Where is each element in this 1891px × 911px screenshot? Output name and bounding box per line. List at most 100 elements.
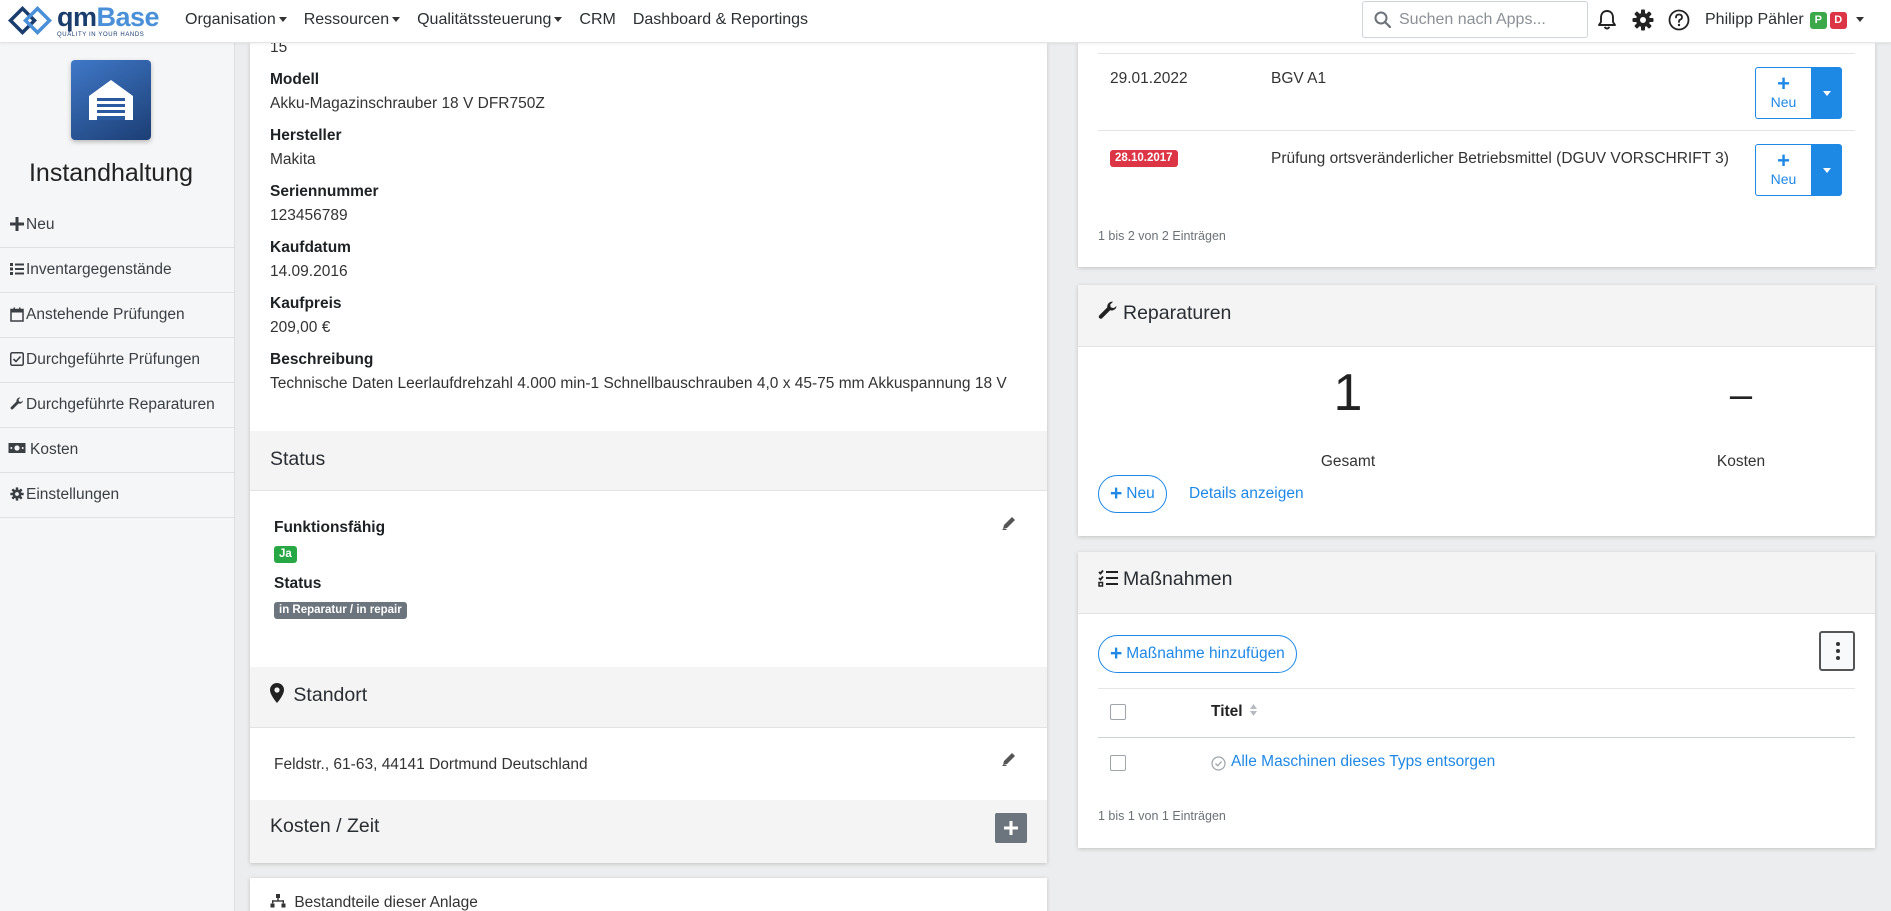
tasks-icon <box>1098 569 1118 587</box>
list-icon <box>10 263 24 275</box>
nav-organisation[interactable]: Organisation <box>185 11 287 29</box>
reparaturen-gesamt-value: 1 <box>1333 364 1363 422</box>
new-pruefung-main[interactable]: + Neu <box>1755 67 1812 119</box>
sitemap-icon <box>270 894 286 908</box>
plus-icon: + <box>1110 642 1123 665</box>
sidebar-item-inventargegenstaende[interactable]: Inventargegenstände <box>0 248 235 293</box>
kaufpreis-label: Kaufpreis <box>270 295 342 312</box>
qmbase-logo[interactable]: qmBase QUALITY IN YOUR HANDS <box>8 2 160 38</box>
sidebar-item-anstehende-pruefungen[interactable]: Anstehende Prüfungen <box>0 293 235 338</box>
wrench-icon <box>10 397 23 410</box>
divider <box>1098 130 1855 131</box>
sidebar-item-durchgefuehrte-pruefungen[interactable]: Durchgeführte Prüfungen <box>0 338 235 383</box>
plus-icon: + <box>1777 148 1790 173</box>
nav-organisation-label: Organisation <box>185 11 276 28</box>
nav-qualitaetssteuerung-label: Qualitätssteuerung <box>417 11 552 28</box>
kaufpreis-value: 209,00 € <box>270 319 331 336</box>
seriennummer-value: 123456789 <box>270 207 348 224</box>
reparaturen-details-link[interactable]: Details anzeigen <box>1189 485 1304 503</box>
new-pruefung-dropdown-toggle[interactable] <box>1812 67 1842 119</box>
instandhaltung-app-icon <box>71 60 151 140</box>
beschreibung-value: Technische Daten Leerlaufdrehzahl 4.000 … <box>270 375 1007 392</box>
caret-down-icon <box>554 17 563 23</box>
sidebar-item-label: Einstellungen <box>26 486 120 503</box>
massnahmen-title: Maßnahmen <box>1123 568 1233 590</box>
calendar-icon <box>10 307 24 322</box>
reparaturen-title: Reparaturen <box>1123 302 1232 324</box>
new-pruefung-button[interactable]: + Neu <box>1755 67 1842 119</box>
cog-icon <box>10 487 24 501</box>
seriennummer-label: Seriennummer <box>270 183 379 200</box>
funktionsfaehig-badge-wrap: Ja <box>274 544 297 563</box>
new-pruefung-button[interactable]: + Neu <box>1755 144 1842 196</box>
sidebar-item-kosten[interactable]: Kosten <box>0 428 235 473</box>
sort-icon <box>1249 704 1257 716</box>
sidebar-item-einstellungen[interactable]: Einstellungen <box>0 473 235 518</box>
status-label: Status <box>274 575 322 592</box>
bestandteile-title: Bestandteile dieser Anlage <box>294 894 478 911</box>
reparaturen-kosten-value: – <box>1729 373 1753 417</box>
column-title-label: Titel <box>1211 703 1243 720</box>
sidebar-item-label: Anstehende Prüfungen <box>26 306 185 323</box>
bestandteile-header: Bestandteile dieser Anlage <box>270 894 478 911</box>
help-icon[interactable] <box>1668 9 1690 31</box>
massnahme-title-link[interactable]: Alle Maschinen dieses Typs entsorgen <box>1231 753 1495 771</box>
pruefungen-card: 29.01.2022 BGV A1 + Neu 28.10.2017 Prüfun… <box>1078 43 1875 267</box>
check-circle-icon <box>1211 756 1226 771</box>
new-pruefung-dropdown-toggle[interactable] <box>1812 144 1842 196</box>
gear-icon[interactable] <box>1632 9 1654 31</box>
status-section-title: Status <box>270 448 326 470</box>
garage-icon <box>89 80 133 120</box>
search-input[interactable] <box>1399 2 1585 37</box>
select-all-checkbox[interactable] <box>1110 704 1126 720</box>
modell-value: Akku-Magazinschrauber 18 V DFR750Z <box>270 95 545 112</box>
sidebar-item-neu[interactable]: Neu <box>0 209 235 248</box>
reparaturen-kosten-label: Kosten <box>1716 453 1766 470</box>
nav-dashboard[interactable]: Dashboard & Reportings <box>633 11 808 29</box>
massnahmen-card: Maßnahmen + Maßnahme hinzufügen Titel All… <box>1078 552 1875 848</box>
caret-down-icon <box>392 17 401 23</box>
divider <box>1098 737 1855 738</box>
bell-icon[interactable] <box>1597 9 1617 31</box>
massnahmen-header: Maßnahmen <box>1078 552 1875 614</box>
plus-icon: + <box>1110 482 1123 505</box>
asset-details-card: 15 Modell Akku-Magazinschrauber 18 V DFR… <box>250 39 1047 863</box>
pruefung-date: 29.01.2022 <box>1110 70 1188 87</box>
kaufdatum-value: 14.09.2016 <box>270 263 348 280</box>
more-options-button[interactable] <box>1819 631 1855 671</box>
new-pruefung-label: Neu <box>1770 94 1797 110</box>
nav-ressourcen-label: Ressourcen <box>303 11 390 28</box>
pencil-icon[interactable] <box>1001 515 1017 531</box>
bestandteile-card: Bestandteile dieser Anlage <box>250 878 1047 911</box>
pencil-icon[interactable] <box>1001 751 1017 767</box>
nav-ressourcen[interactable]: Ressourcen <box>303 11 401 29</box>
nav-qualitaetssteuerung[interactable]: Qualitätssteuerung <box>417 11 563 29</box>
row-checkbox[interactable] <box>1110 755 1126 771</box>
hersteller-value: Makita <box>270 151 316 168</box>
checkbox-icon <box>10 352 24 366</box>
standort-section-header: Standort <box>250 667 1047 728</box>
sidebar-item-durchgefuehrte-reparaturen[interactable]: Durchgeführte Reparaturen <box>0 383 235 428</box>
add-massnahme-button[interactable]: + Maßnahme hinzufügen <box>1098 635 1297 673</box>
pruefung-title[interactable]: BGV A1 <box>1271 70 1326 88</box>
reparaturen-gesamt-label: Gesamt <box>1320 453 1376 470</box>
user-menu[interactable]: Philipp Pähler P D <box>1705 11 1865 29</box>
new-reparatur-button[interactable]: + Neu <box>1098 475 1167 513</box>
new-pruefung-main[interactable]: + Neu <box>1755 144 1812 196</box>
nav-crm[interactable]: CRM <box>579 11 615 29</box>
add-massnahme-label: Maßnahme hinzufügen <box>1126 645 1285 662</box>
logo-tagline: QUALITY IN YOUR HANDS <box>57 32 145 38</box>
funktionsfaehig-badge: Ja <box>274 546 297 563</box>
column-header-titel[interactable]: Titel <box>1211 703 1258 721</box>
plus-icon <box>10 217 24 231</box>
app-title: Instandhaltung <box>28 159 194 187</box>
status-badge-wrap: in Reparatur / in repair <box>274 600 407 619</box>
user-badge-p: P <box>1809 12 1827 29</box>
hersteller-label: Hersteller <box>270 127 342 144</box>
logo-name-q: qm <box>57 2 97 32</box>
user-badge-d: D <box>1829 12 1847 29</box>
sidebar-item-label: Neu <box>26 216 55 233</box>
divider <box>1098 53 1855 54</box>
add-kosten-button[interactable] <box>995 813 1027 843</box>
pruefung-title[interactable]: Prüfung ortsveränderlicher Betriebsmitte… <box>1271 147 1741 171</box>
